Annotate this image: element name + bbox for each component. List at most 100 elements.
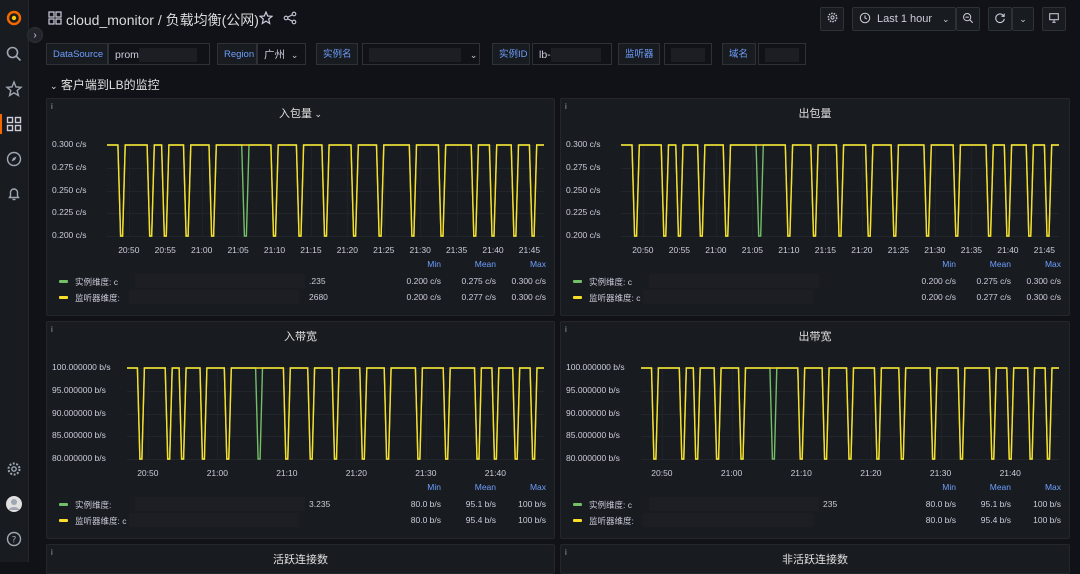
legend-color-swatch[interactable] [573,503,582,506]
legend-value-min: 80.0 b/s [925,515,956,525]
legend-series-label[interactable]: 实例维度: c [589,276,632,288]
redacted-mask [135,274,305,288]
legend-value-mean: 0.275 c/s [461,276,497,286]
legend-color-swatch[interactable] [573,296,582,299]
zoom-out-icon [962,12,974,27]
refresh-button[interactable] [988,7,1012,31]
series-line-2[interactable] [621,144,1059,237]
legend-header-max[interactable]: Max [1045,259,1061,269]
legend-header-max[interactable]: Max [530,259,546,269]
legend-header-min[interactable]: Min [427,259,441,269]
legend-header-min[interactable]: Min [427,482,441,492]
chevron-down-icon: ⌄ [50,81,58,91]
legend-series-label[interactable]: 监听器维度: c [75,515,126,527]
var-input-listener[interactable] [664,43,712,65]
legend-header-min[interactable]: Min [942,259,956,269]
var-select-region[interactable]: 广州 ⌄ [257,43,306,65]
legend-series-label[interactable]: 实例维度: c [589,499,632,511]
star-icon[interactable] [5,80,23,98]
search-icon[interactable] [5,45,23,63]
legend-value-max: 100 b/s [518,515,546,525]
panel-6[interactable]: i 非活跃连接数 [560,544,1070,574]
legend-series-label[interactable]: 监听器维度: c [589,292,640,304]
legend-series-label[interactable]: 监听器维度: [589,515,634,527]
panel-5[interactable]: i 活跃连接数 [46,544,555,574]
redacted-mask [135,497,305,511]
var-label-region: Region [217,43,257,65]
settings-gear-icon[interactable] [5,460,23,478]
dashboards-icon[interactable] [5,115,23,133]
var-input-domain[interactable] [758,43,806,65]
explore-compass-icon[interactable] [5,150,23,168]
dashboard-grid-icon [48,11,62,25]
panel-title-text: 活跃连接数 [273,554,328,566]
var-select-datasource[interactable]: prom [108,43,210,65]
share-icon[interactable] [283,11,297,25]
panel-title[interactable]: 活跃连接数 [47,551,554,567]
alerting-bell-icon[interactable] [5,185,23,203]
legend-color-swatch[interactable] [59,503,68,506]
breadcrumb-folder[interactable]: cloud_monitor [66,12,154,28]
legend-color-swatch[interactable] [59,280,68,283]
sidebar: ? [0,0,29,562]
var-value-instance-id: lb- [539,49,551,61]
legend-color-swatch[interactable] [573,519,582,522]
legend-series-label[interactable]: 监听器维度: [75,292,120,304]
grafana-logo-icon[interactable] [5,9,23,27]
series-line-2[interactable] [127,367,544,460]
panel-2[interactable]: i 出包量 0.300 c/s 0.275 c/s 0.250 c/s 0.225 c/s… [560,98,1070,316]
legend-header-mean[interactable]: Mean [990,482,1011,492]
legend-value-min: 80.0 b/s [925,499,956,509]
legend-series-suffix: 235 [823,499,838,509]
var-select-instance-name[interactable]: ⌄ [362,43,480,65]
legend-color-swatch[interactable] [59,519,68,522]
series-line-2[interactable] [107,144,544,237]
dashboard-settings-button[interactable] [820,7,844,31]
tv-mode-button[interactable] [1042,7,1066,31]
legend-series-label[interactable]: 实例维度: [75,499,111,511]
zoom-out-button[interactable] [956,7,980,31]
time-range-label: Last 1 hour [877,13,933,25]
panel-3[interactable]: i 入带宽 100.000000 b/s 95.000000 b/s 90.000000… [46,321,555,539]
var-input-instance-id[interactable]: lb- [532,43,612,65]
user-avatar-icon[interactable] [5,495,23,513]
legend-value-min: 0.200 c/s [406,292,442,302]
chevron-down-icon: ⌄ [1019,13,1027,24]
redacted-mask [671,48,705,63]
legend-series-label[interactable]: 实例维度: c [75,276,118,288]
legend-color-swatch[interactable] [59,296,68,299]
panel-4[interactable]: i 出带宽 100.000000 b/s 95.000000 b/s 90.000000… [560,321,1070,539]
favorite-star-icon[interactable] [258,10,274,25]
legend-header-mean[interactable]: Mean [990,259,1011,269]
dashboard-title[interactable]: 负载均衡(公网) [166,12,259,28]
legend-series-suffix: 2680 [309,292,328,302]
redacted-mask [643,290,813,304]
legend-value-min: 0.200 c/s [406,276,442,286]
legend-value-mean: 95.4 b/s [980,515,1011,525]
row-header[interactable]: ⌄ 客户端到LB的监控 [50,76,160,93]
var-label-instance-name: 实例名 [316,43,358,65]
var-label-domain: 域名 [722,43,756,65]
legend-color-swatch[interactable] [573,280,582,283]
legend-value-max: 0.300 c/s [511,276,547,286]
series-line-2[interactable] [641,367,1059,460]
legend-value-min: 0.200 c/s [921,292,957,302]
refresh-interval-dropdown[interactable]: ⌄ [1012,7,1034,31]
time-range-picker[interactable]: Last 1 hour ⌄ [852,7,956,31]
panel-1[interactable]: i 入包量 ⌄ 0.300 c/s 0.275 c/s 0.250 c/s 0.225 c… [46,98,555,316]
panel-title[interactable]: 非活跃连接数 [561,551,1069,567]
legend-header-max[interactable]: Max [530,482,546,492]
legend-header-max[interactable]: Max [1045,482,1061,492]
legend-value-mean: 0.275 c/s [976,276,1012,286]
legend-value-mean: 95.4 b/s [465,515,496,525]
active-indicator [0,114,2,134]
settings-gear-icon [826,11,839,27]
legend-header-min[interactable]: Min [942,482,956,492]
help-icon[interactable]: ? [5,530,23,548]
legend-header-mean[interactable]: Mean [475,259,496,269]
redacted-mask [138,48,197,63]
legend-value-max: 0.300 c/s [511,292,547,302]
legend-header-mean[interactable]: Mean [475,482,496,492]
redacted-mask [643,513,813,527]
redacted-mask [369,48,461,63]
